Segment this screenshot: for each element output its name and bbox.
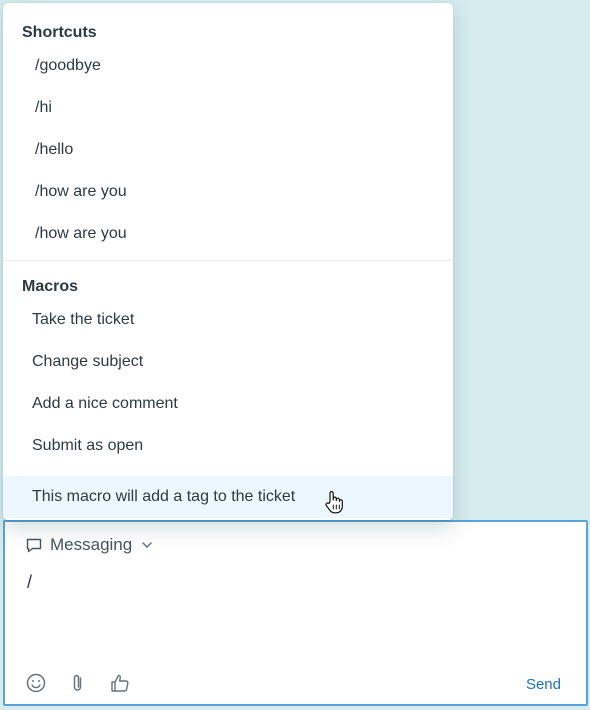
shortcut-item[interactable]: /how are you — [3, 213, 453, 255]
macros-heading: Macros — [22, 278, 79, 295]
menu-divider — [3, 260, 453, 261]
composer-input[interactable]: / — [27, 572, 32, 593]
composer-toolbar — [25, 672, 151, 694]
macro-item[interactable]: Add a nice comment — [3, 383, 453, 425]
macro-item-hovered[interactable]: This macro will add a tag to the ticket — [3, 476, 453, 518]
shortcut-item[interactable]: /hi — [3, 87, 453, 129]
macro-item[interactable]: Take the ticket — [3, 299, 453, 341]
macro-item[interactable]: Submit as open — [3, 425, 453, 467]
shortcut-item[interactable]: /hello — [3, 129, 453, 171]
thumbs-up-icon[interactable] — [109, 672, 131, 694]
hand-cursor-icon — [325, 491, 343, 514]
shortcut-item[interactable]: /goodbye — [3, 45, 453, 87]
speech-bubble-icon — [26, 538, 42, 553]
send-button[interactable]: Send — [526, 676, 561, 693]
emoji-icon[interactable] — [25, 672, 47, 694]
channel-selector[interactable]: Messaging — [25, 535, 154, 555]
channel-label: Messaging — [50, 535, 133, 554]
shortcut-item[interactable]: /how are you — [3, 171, 453, 213]
shortcuts-heading: Shortcuts — [22, 24, 97, 41]
paperclip-icon[interactable] — [67, 672, 89, 694]
shortcuts-macros-menu: Shortcuts /goodbye /hi /hello /how are y… — [3, 3, 453, 520]
macro-item[interactable]: Change subject — [3, 341, 453, 383]
message-composer: Messaging / Send — [3, 520, 588, 706]
chevron-down-icon — [142, 542, 152, 548]
